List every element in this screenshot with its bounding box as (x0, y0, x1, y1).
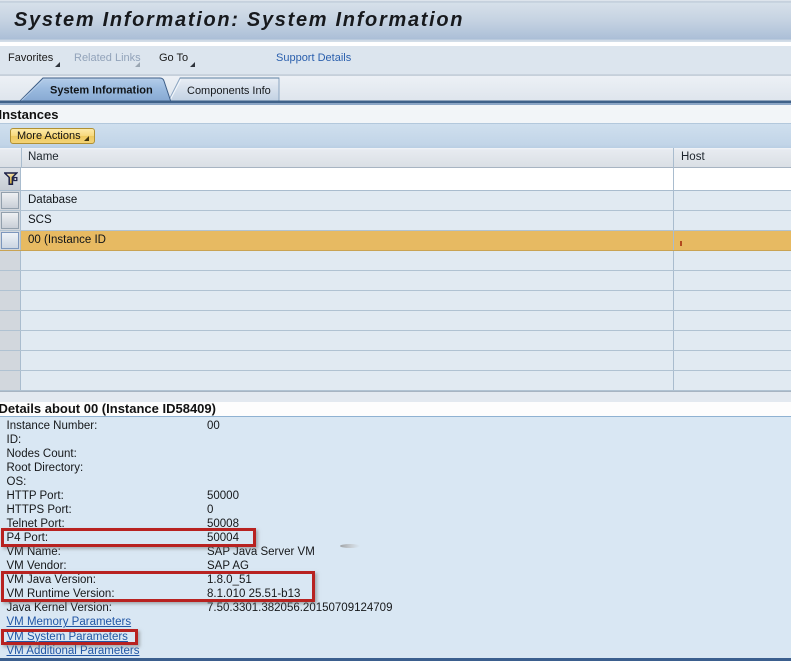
svg-text:System Information: System Information (50, 85, 153, 97)
svg-text:Components Info: Components Info (187, 85, 271, 97)
